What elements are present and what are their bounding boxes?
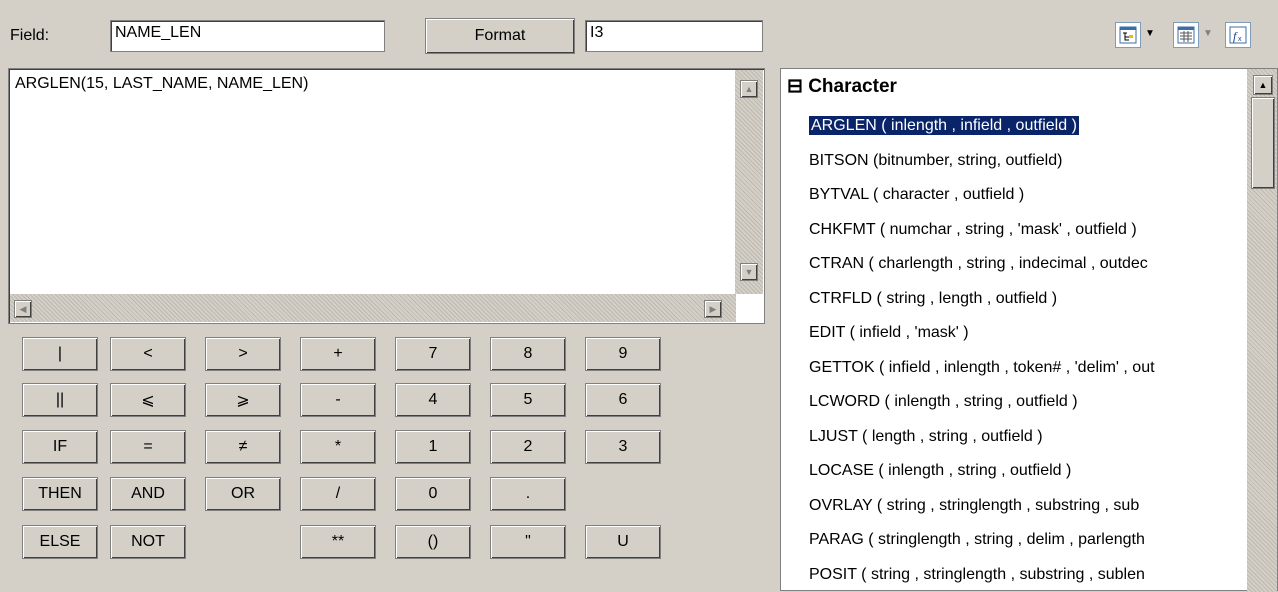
key-power[interactable]: ** (300, 525, 376, 559)
tree-view-icon (1119, 26, 1137, 44)
key-8[interactable]: 8 (490, 337, 566, 371)
key-greater-than[interactable]: > (205, 337, 281, 371)
function-toolbar: ▼ ▼ f x (1115, 20, 1275, 52)
key-u[interactable]: U (585, 525, 661, 559)
list-scroll-thumb[interactable] (1251, 97, 1275, 189)
list-item[interactable]: LOCASE ( inlength , string , outfield ) (781, 454, 1247, 489)
list-view-button[interactable] (1173, 22, 1199, 48)
key-6[interactable]: 6 (585, 383, 661, 417)
list-item[interactable]: CHKFMT ( numchar , string , 'mask' , out… (781, 213, 1247, 248)
key-7[interactable]: 7 (395, 337, 471, 371)
key-quote[interactable]: " (490, 525, 566, 559)
list-item[interactable]: PARAG ( stringlength , string , delim , … (781, 523, 1247, 558)
list-item[interactable]: BITSON (bitnumber, string, outfield) (781, 144, 1247, 179)
key-then[interactable]: THEN (22, 477, 98, 511)
function-icon: f x (1229, 26, 1247, 44)
key-not-equal[interactable]: ≠ (205, 430, 281, 464)
list-view-dropdown-icon[interactable]: ▼ (1203, 28, 1213, 39)
key-and[interactable]: AND (110, 477, 186, 511)
key-not[interactable]: NOT (110, 525, 186, 559)
key-or[interactable]: OR (205, 477, 281, 511)
key-equals[interactable]: = (110, 430, 186, 464)
key-3[interactable]: 3 (585, 430, 661, 464)
key-pipe[interactable]: | (22, 337, 98, 371)
key-decimal[interactable]: . (490, 477, 566, 511)
key-plus[interactable]: + (300, 337, 376, 371)
list-view-icon (1177, 26, 1195, 44)
key-else[interactable]: ELSE (22, 525, 98, 559)
list-item[interactable]: CTRFLD ( string , length , outfield ) (781, 282, 1247, 317)
key-9[interactable]: 9 (585, 337, 661, 371)
list-item[interactable]: GETTOK ( infield , inlength , token# , '… (781, 351, 1247, 386)
key-2[interactable]: 2 (490, 430, 566, 464)
operator-keypad: | < > + 7 8 9 || ⩽ ⩾ - 4 5 6 IF = ≠ * 1 … (0, 0, 770, 591)
function-button[interactable]: f x (1225, 22, 1251, 48)
key-less-than[interactable]: < (110, 337, 186, 371)
category-header[interactable]: ⊟ Character (787, 75, 897, 98)
arrow-up-icon: ▲ (1259, 80, 1268, 90)
list-item[interactable]: ARGLEN ( inlength , infield , outfield ) (781, 109, 1247, 144)
key-0[interactable]: 0 (395, 477, 471, 511)
list-item[interactable]: OVRLAY ( string , stringlength , substri… (781, 489, 1247, 524)
list-item[interactable]: EDIT ( infield , 'mask' ) (781, 316, 1247, 351)
key-4[interactable]: 4 (395, 383, 471, 417)
function-list: ⊟ Character ARGLEN ( inlength , infield … (780, 68, 1278, 591)
list-item[interactable]: POSIT ( string , stringlength , substrin… (781, 558, 1247, 592)
list-item[interactable]: CTRAN ( charlength , string , indecimal … (781, 247, 1247, 282)
key-if[interactable]: IF (22, 430, 98, 464)
key-greater-equal[interactable]: ⩾ (205, 383, 281, 417)
category-label: Character (808, 76, 897, 97)
function-items: ARGLEN ( inlength , infield , outfield )… (781, 109, 1247, 592)
key-parentheses[interactable]: () (395, 525, 471, 559)
list-item[interactable]: LJUST ( length , string , outfield ) (781, 420, 1247, 455)
tree-view-button[interactable] (1115, 22, 1141, 48)
key-concat[interactable]: || (22, 383, 98, 417)
key-5[interactable]: 5 (490, 383, 566, 417)
key-divide[interactable]: / (300, 477, 376, 511)
function-list-vscrollbar[interactable]: ▲ (1247, 69, 1277, 592)
collapse-icon[interactable]: ⊟ (787, 76, 803, 97)
svg-text:x: x (1238, 36, 1242, 43)
key-less-equal[interactable]: ⩽ (110, 383, 186, 417)
key-1[interactable]: 1 (395, 430, 471, 464)
list-item[interactable]: LCWORD ( inlength , string , outfield ) (781, 385, 1247, 420)
list-item[interactable]: BYTVAL ( character , outfield ) (781, 178, 1247, 213)
key-multiply[interactable]: * (300, 430, 376, 464)
key-minus[interactable]: - (300, 383, 376, 417)
list-scroll-up-button[interactable]: ▲ (1253, 75, 1273, 95)
tree-view-dropdown-icon[interactable]: ▼ (1145, 28, 1155, 39)
